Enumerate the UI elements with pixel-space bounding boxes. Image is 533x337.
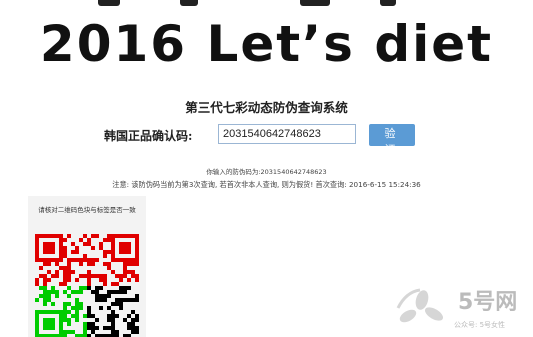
qr-code-icon: [35, 234, 139, 337]
watermark-brand: 5号网: [458, 290, 518, 315]
entered-code-line: 你输入的防伪码为:2031540642748623: [0, 166, 533, 176]
verify-label: 韩国正品确认码:: [104, 129, 193, 143]
system-title: 第三代七彩动态防伪查询系统: [185, 100, 348, 115]
banner-top-strip: [0, 0, 533, 8]
entered-code-value: 2031540642748623: [260, 168, 327, 176]
query-note: 注意: 该防伪码当前为第3次查询, 若首次非本人查询, 则为假货! 首次查询: …: [112, 180, 421, 189]
entered-code-prefix: 你输入的防伪码为:: [206, 168, 261, 176]
banner-title: 2016 Let’s diet: [39, 15, 494, 73]
code-input[interactable]: [218, 124, 356, 144]
watermark-logo-icon: [396, 288, 444, 323]
qr-caption: 请核对二维码色块与标签是否一致: [38, 206, 136, 214]
verify-button[interactable]: 验 证: [369, 124, 415, 156]
qr-panel: 请核对二维码色块与标签是否一致: [28, 196, 146, 337]
watermark-subtitle: 公众号: 5号女性: [454, 321, 506, 329]
